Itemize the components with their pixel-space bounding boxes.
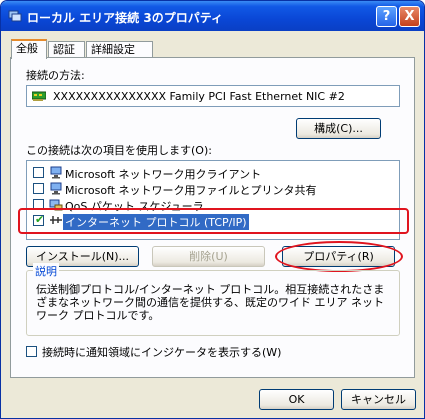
window-title: ローカル エリア接続 3のプロパティ [27,11,223,25]
highlight-annotation [18,208,409,234]
file-printer-share-icon [50,182,62,195]
configure-button[interactable]: 構成(C)... [296,118,381,139]
close-button[interactable]: X [399,6,420,27]
tab-general[interactable]: 全般 [11,39,47,59]
items-label: この接続は次の項目を使用します(O): [26,144,212,157]
item-label: Microsoft ネットワーク用クライアント [65,168,262,181]
adapter-name: XXXXXXXXXXXXXXX Family PCI Fast Ethernet… [53,90,345,103]
item-checkbox[interactable] [33,183,44,194]
cancel-button[interactable]: キャンセル [341,389,416,410]
item-checkbox[interactable] [33,167,44,178]
help-button[interactable]: ? [376,6,397,27]
list-item[interactable]: Microsoft ネットワーク用ファイルとプリンタ共有 [27,181,397,197]
tab-authentication[interactable]: 認証 [48,41,85,58]
show-icon-checkbox[interactable] [26,346,37,357]
network-client-icon [50,166,62,179]
connect-using-label: 接続の方法: [26,69,85,82]
description-group: 説明 伝送制御プロトコル/インターネット プロトコル。相互接続されたさまざまなネ… [26,263,400,336]
uninstall-button[interactable]: 削除(U) [152,246,265,267]
network-adapter-icon [32,91,46,101]
item-label: Microsoft ネットワーク用ファイルとプリンタ共有 [65,184,317,197]
description-text: 伝送制御プロトコル/インターネット プロトコル。相互接続されたさまざまなネットワ… [36,283,385,322]
properties-dialog: ローカル エリア接続 3のプロパティ ? X 全般 認証 詳細設定 接続の方法:… [0,0,425,419]
general-panel: 接続の方法: XXXXXXXXXXXXXXX Family PCI Fast E… [10,57,415,378]
tab-advanced[interactable]: 詳細設定 [86,41,153,58]
list-item[interactable]: Microsoft ネットワーク用クライアント [27,165,397,181]
properties-highlight-annotation [275,241,403,272]
network-connection-icon [8,10,22,22]
description-title: 説明 [33,263,59,279]
title-bar[interactable]: ローカル エリア接続 3のプロパティ ? X [1,1,424,31]
adapter-field: XXXXXXXXXXXXXXX Family PCI Fast Ethernet… [26,85,400,107]
show-icon-label: 接続時に通知領域にインジケータを表示する(W) [42,346,282,359]
ok-button[interactable]: OK [259,389,334,410]
